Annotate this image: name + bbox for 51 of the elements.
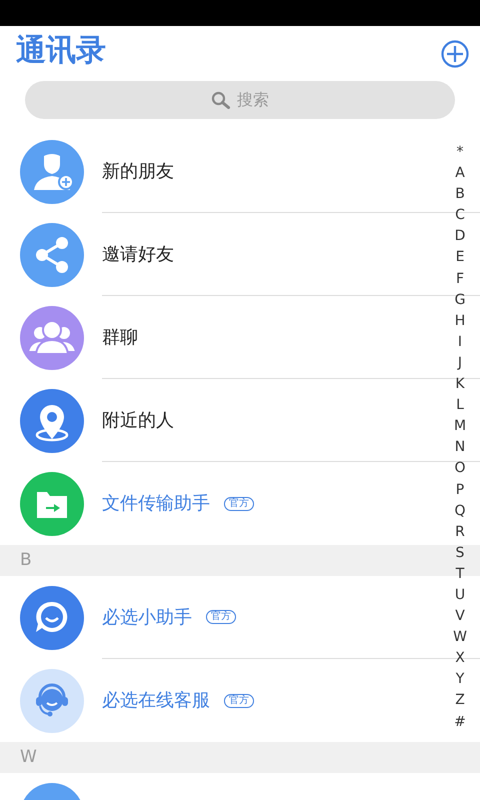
index-letter[interactable]: F [456, 268, 464, 290]
index-letter[interactable]: C [455, 205, 465, 226]
index-letter[interactable]: M [454, 416, 466, 438]
index-letter[interactable]: R [455, 522, 465, 543]
page-title: 通讯录 [16, 36, 106, 66]
section-letter: W [20, 746, 37, 769]
index-letter[interactable]: E [456, 247, 464, 269]
index-letter[interactable]: Z [455, 690, 465, 712]
index-letter[interactable]: B [455, 184, 465, 206]
avatar-icon [20, 668, 84, 732]
index-letter[interactable]: T [456, 564, 464, 585]
contact-name[interactable]: 必选在线客服 [102, 687, 210, 714]
index-letter[interactable]: # [454, 712, 466, 733]
avatar-icon [20, 222, 84, 286]
index-letter[interactable]: I [458, 332, 462, 353]
avatar-icon [20, 388, 84, 452]
index-letter[interactable]: A [455, 163, 465, 184]
official-badge: 官方 [224, 694, 254, 708]
contact-name[interactable]: 文件传输助手 [102, 490, 210, 517]
index-letter[interactable]: P [456, 480, 464, 501]
contact-name[interactable]: 附近的人 [102, 406, 174, 434]
index-letter[interactable]: W [453, 627, 467, 648]
index-letter[interactable]: O [454, 458, 466, 480]
index-letter[interactable]: * [456, 142, 464, 164]
index-letter[interactable]: H [454, 310, 466, 332]
index-letter[interactable]: D [454, 226, 466, 248]
index-letter[interactable]: Y [456, 669, 464, 690]
avatar-icon [20, 306, 84, 370]
index-letter[interactable]: N [454, 437, 466, 458]
index-letter[interactable]: J [458, 352, 462, 374]
section-letter: B [20, 548, 32, 572]
search-placeholder: 搜索 [237, 89, 269, 111]
avatar-icon [20, 586, 84, 650]
index-letter[interactable]: U [454, 584, 466, 606]
contact-name[interactable]: 必选小助手 [102, 604, 192, 630]
index-letter[interactable]: K [455, 374, 465, 396]
contact-name[interactable]: 邀请好友 [102, 240, 174, 268]
index-letter[interactable]: Q [454, 500, 466, 522]
avatar-icon [20, 140, 84, 204]
index-letter[interactable]: V [455, 606, 465, 628]
search-icon [211, 91, 231, 109]
index-letter[interactable]: L [456, 395, 464, 416]
avatar-icon [20, 472, 84, 536]
add-icon[interactable] [441, 40, 469, 68]
index-letter[interactable]: X [455, 648, 465, 670]
official-badge: 官方 [224, 496, 254, 510]
contact-name[interactable]: 群聊 [102, 324, 138, 350]
index-letter[interactable]: S [456, 542, 464, 564]
index-letter[interactable]: G [454, 290, 466, 311]
official-badge: 官方 [206, 610, 236, 624]
contact-name[interactable]: 新的朋友 [102, 158, 174, 184]
